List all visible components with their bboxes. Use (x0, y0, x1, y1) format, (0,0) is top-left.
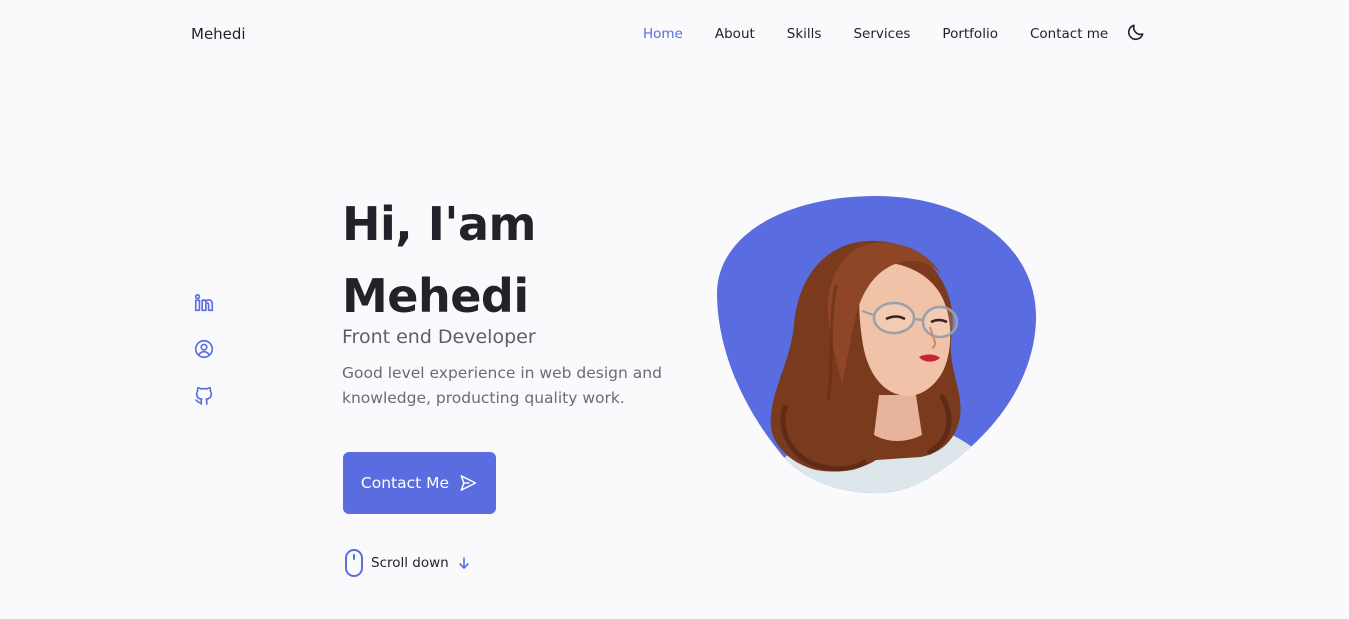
hero-description: Good level experience in web design and … (342, 364, 662, 407)
hero-greeting-line2: Mehedi (342, 269, 529, 323)
nav-item-services[interactable]: Services (853, 26, 910, 42)
scroll-down-link[interactable]: Scroll down (343, 548, 471, 578)
hero-greeting-line1: Hi, I'am (342, 197, 536, 251)
hero-role: Front end Developer (342, 326, 536, 348)
main-nav: Home About Skills Services Portfolio Con… (643, 24, 1146, 42)
mouse-icon (345, 549, 363, 577)
brand-logo[interactable]: Mehedi (191, 25, 246, 43)
social-links (193, 292, 217, 430)
scroll-down-label: Scroll down (371, 555, 449, 571)
linkedin-icon[interactable] (193, 292, 217, 316)
contact-me-label: Contact Me (360, 474, 450, 492)
nav-item-contact[interactable]: Contact me (1030, 26, 1108, 42)
hero-profile-image (716, 195, 1038, 495)
hero-intro: Hi, I'am Mehedi Front end Developer Good… (342, 188, 702, 411)
moon-icon[interactable] (1126, 22, 1146, 42)
dribbble-icon[interactable] (193, 338, 217, 362)
nav-item-portfolio[interactable]: Portfolio (942, 26, 998, 42)
nav-item-home[interactable]: Home (643, 26, 683, 42)
contact-me-button[interactable]: Contact Me (343, 452, 496, 514)
github-icon[interactable] (193, 384, 217, 408)
nav-item-about[interactable]: About (715, 26, 755, 42)
arrow-down-icon (458, 557, 469, 569)
send-icon (460, 475, 477, 491)
nav-item-skills[interactable]: Skills (787, 26, 822, 42)
site-header: Mehedi Home About Skills Services Portfo… (0, 0, 1349, 72)
